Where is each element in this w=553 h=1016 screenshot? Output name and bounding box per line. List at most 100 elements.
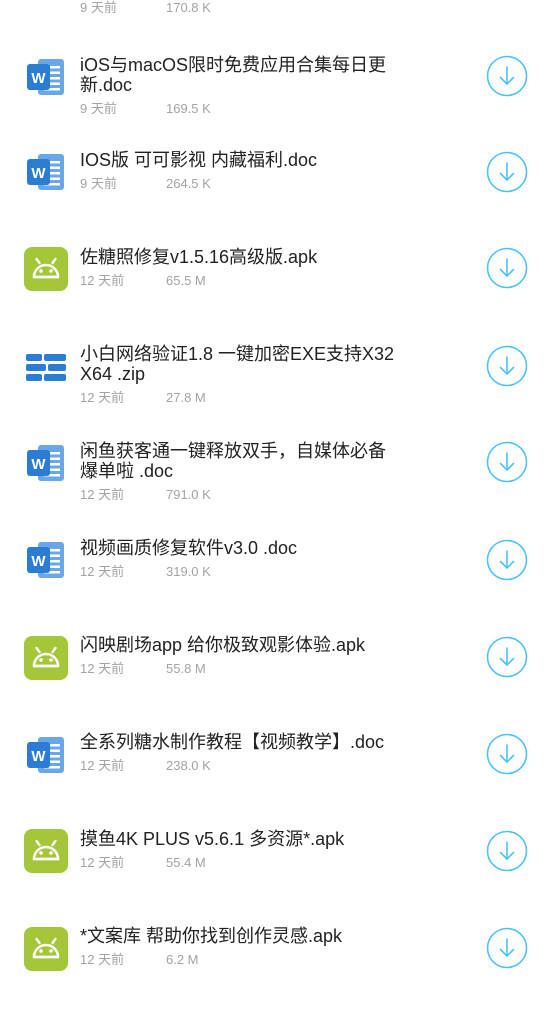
list-item[interactable]: W IOS版 可可影视 内藏福利.doc 9 天前 264.5 K bbox=[0, 150, 553, 240]
word-icon: W bbox=[24, 733, 68, 777]
file-date: 12 天前 bbox=[80, 758, 125, 773]
file-date: 9 天前 bbox=[80, 0, 117, 15]
file-date: 12 天前 bbox=[80, 273, 125, 288]
download-icon bbox=[486, 733, 528, 775]
file-list: 9 天前 170.8 K W iOS与macOS限时免费应用合集每日更新.doc … bbox=[0, 0, 553, 983]
file-size: 791.0 K bbox=[166, 487, 211, 502]
file-name: 佐糖照修复v1.5.16高级版.apk bbox=[80, 247, 318, 267]
file-name: 闲鱼获客通一键释放双手，自媒体必备 爆单啦 .doc bbox=[80, 441, 386, 481]
svg-text:W: W bbox=[31, 553, 46, 570]
list-item[interactable]: W 全系列糖水制作教程【视频教学】.doc 12 天前 238.0 K bbox=[0, 732, 553, 822]
android-icon bbox=[24, 829, 68, 873]
list-item[interactable]: W 视频画质修复软件v3.0 .doc 12 天前 319.0 K bbox=[0, 538, 553, 628]
file-size: 169.5 K bbox=[166, 101, 211, 116]
file-size: 6.2 M bbox=[166, 952, 199, 967]
file-date: 12 天前 bbox=[80, 487, 125, 502]
word-icon: W bbox=[24, 441, 68, 485]
file-meta: 12 天前 27.8 M bbox=[80, 390, 400, 406]
file-name: 小白网络验证1.8 一键加密EXE支持X32 X64 .zip bbox=[80, 344, 395, 384]
download-icon bbox=[486, 55, 528, 97]
file-info: *文案库 帮助你找到创作灵感.apk 12 天前 6.2 M bbox=[80, 926, 400, 968]
svg-text:W: W bbox=[31, 165, 46, 182]
download-button[interactable] bbox=[486, 441, 528, 483]
list-item-partial[interactable]: 9 天前 170.8 K bbox=[0, 0, 553, 22]
download-button[interactable] bbox=[486, 636, 528, 678]
file-info: 佐糖照修复v1.5.16高级版.apk 12 天前 65.5 M bbox=[80, 247, 400, 289]
file-date: 9 天前 bbox=[80, 176, 117, 191]
file-size: 238.0 K bbox=[166, 758, 211, 773]
file-size: 27.8 M bbox=[166, 390, 206, 405]
list-item[interactable]: *文案库 帮助你找到创作灵感.apk 12 天前 6.2 M bbox=[0, 926, 553, 1016]
download-button[interactable] bbox=[486, 830, 528, 872]
file-size: 55.8 M bbox=[166, 661, 206, 676]
file-info: 全系列糖水制作教程【视频教学】.doc 12 天前 238.0 K bbox=[80, 732, 400, 774]
list-item[interactable]: 闪映剧场app 给你极致观影体验.apk 12 天前 55.8 M bbox=[0, 635, 553, 725]
file-meta: 12 天前 791.0 K bbox=[80, 487, 400, 503]
download-button[interactable] bbox=[486, 733, 528, 775]
download-icon bbox=[486, 151, 528, 193]
archive-icon bbox=[24, 346, 68, 390]
list-item[interactable]: W 闲鱼获客通一键释放双手，自媒体必备 爆单啦 .doc 12 天前 791.0 … bbox=[0, 441, 553, 531]
download-icon bbox=[486, 636, 528, 678]
file-date: 9 天前 bbox=[80, 101, 117, 116]
file-date: 12 天前 bbox=[80, 952, 125, 967]
file-meta: 12 天前 65.5 M bbox=[80, 273, 400, 289]
word-icon: W bbox=[24, 55, 68, 99]
file-meta: 9 天前 169.5 K bbox=[80, 101, 400, 117]
download-icon bbox=[486, 345, 528, 387]
download-button[interactable] bbox=[486, 927, 528, 969]
file-size: 55.4 M bbox=[166, 855, 206, 870]
svg-text:W: W bbox=[31, 456, 46, 473]
word-icon: W bbox=[24, 150, 68, 194]
download-icon bbox=[486, 539, 528, 581]
file-size: 65.5 M bbox=[166, 273, 206, 288]
android-icon bbox=[24, 927, 68, 971]
list-item[interactable]: 小白网络验证1.8 一键加密EXE支持X32 X64 .zip 12 天前 27.… bbox=[0, 344, 553, 434]
download-icon bbox=[486, 830, 528, 872]
file-date: 12 天前 bbox=[80, 855, 125, 870]
file-info: 小白网络验证1.8 一键加密EXE支持X32 X64 .zip 12 天前 27.… bbox=[80, 344, 400, 406]
file-meta: 12 天前 55.4 M bbox=[80, 855, 400, 871]
file-meta: 12 天前 55.8 M bbox=[80, 661, 400, 677]
download-icon bbox=[486, 927, 528, 969]
download-button[interactable] bbox=[486, 151, 528, 193]
download-button[interactable] bbox=[486, 539, 528, 581]
file-name: 闪映剧场app 给你极致观影体验.apk bbox=[80, 635, 366, 655]
list-item[interactable]: W iOS与macOS限时免费应用合集每日更新.doc 9 天前 169.5 K bbox=[0, 53, 553, 143]
list-item[interactable]: 摸鱼4K PLUS v5.6.1 多资源*.apk 12 天前 55.4 M bbox=[0, 829, 553, 919]
file-info: 闪映剧场app 给你极致观影体验.apk 12 天前 55.8 M bbox=[80, 635, 400, 677]
word-icon: W bbox=[24, 538, 68, 582]
download-button[interactable] bbox=[486, 345, 528, 387]
file-name: *文案库 帮助你找到创作灵感.apk bbox=[80, 926, 343, 946]
file-meta: 9 天前 170.8 K bbox=[80, 0, 211, 16]
file-info: iOS与macOS限时免费应用合集每日更新.doc 9 天前 169.5 K bbox=[80, 55, 400, 117]
download-icon bbox=[486, 247, 528, 289]
file-name: 视频画质修复软件v3.0 .doc bbox=[80, 538, 298, 558]
file-size: 170.8 K bbox=[166, 0, 211, 15]
svg-text:W: W bbox=[31, 70, 46, 87]
file-name: IOS版 可可影视 内藏福利.doc bbox=[80, 150, 318, 170]
file-info: IOS版 可可影视 内藏福利.doc 9 天前 264.5 K bbox=[80, 150, 400, 192]
file-date: 12 天前 bbox=[80, 661, 125, 676]
download-icon bbox=[486, 441, 528, 483]
file-meta: 12 天前 319.0 K bbox=[80, 564, 400, 580]
file-meta: 12 天前 6.2 M bbox=[80, 952, 400, 968]
svg-text:W: W bbox=[31, 748, 46, 765]
file-name: iOS与macOS限时免费应用合集每日更新.doc bbox=[80, 55, 387, 95]
file-size: 264.5 K bbox=[166, 176, 211, 191]
file-size: 319.0 K bbox=[166, 564, 211, 579]
file-meta: 9 天前 264.5 K bbox=[80, 176, 400, 192]
file-info: 视频画质修复软件v3.0 .doc 12 天前 319.0 K bbox=[80, 538, 400, 580]
file-meta: 12 天前 238.0 K bbox=[80, 758, 400, 774]
android-icon bbox=[24, 636, 68, 680]
android-icon bbox=[24, 247, 68, 291]
file-name: 摸鱼4K PLUS v5.6.1 多资源*.apk bbox=[80, 829, 345, 849]
file-info: 摸鱼4K PLUS v5.6.1 多资源*.apk 12 天前 55.4 M bbox=[80, 829, 400, 871]
download-button[interactable] bbox=[486, 247, 528, 289]
download-button[interactable] bbox=[486, 55, 528, 97]
file-date: 12 天前 bbox=[80, 390, 125, 405]
list-item[interactable]: 佐糖照修复v1.5.16高级版.apk 12 天前 65.5 M bbox=[0, 247, 553, 337]
file-name: 全系列糖水制作教程【视频教学】.doc bbox=[80, 732, 385, 752]
file-info: 闲鱼获客通一键释放双手，自媒体必备 爆单啦 .doc 12 天前 791.0 K bbox=[80, 441, 400, 503]
file-date: 12 天前 bbox=[80, 564, 125, 579]
